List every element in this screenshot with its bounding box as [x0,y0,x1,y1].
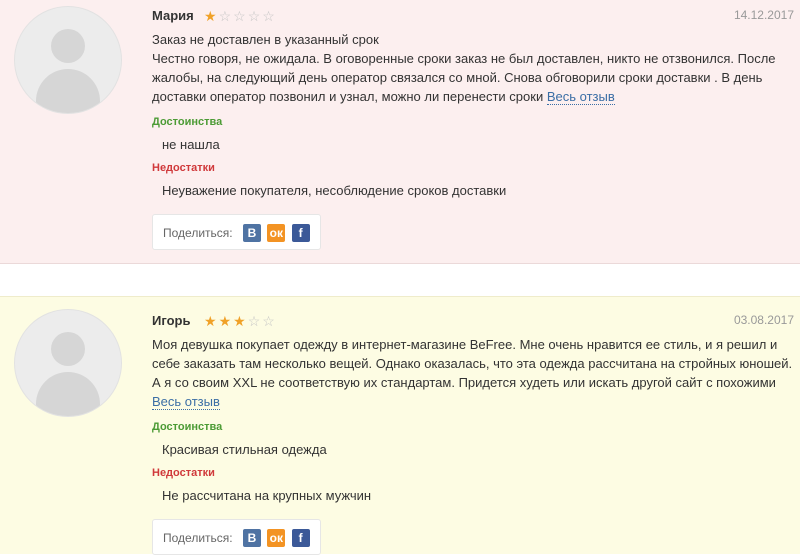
review-text: Моя девушка покупает одежду в интернет-м… [152,337,793,390]
star-filled-icon: ★ [204,313,219,329]
avatar-head [51,332,85,366]
review-body: Заказ не доставлен в указанный срок Чест… [152,30,794,106]
read-full-review-link[interactable]: Весь отзыв [546,89,615,105]
review-content: Мария ★☆☆☆☆ 14.12.2017 Заказ не доставле… [152,0,794,250]
facebook-icon[interactable]: f [291,528,310,547]
avatar-body [36,372,100,416]
cons-text: Не рассчитана на крупных мужчин [162,488,372,503]
star-empty-icon: ☆ [247,8,263,24]
review-card: Мария ★☆☆☆☆ 14.12.2017 Заказ не доставле… [0,0,800,264]
review-card: Игорь ★★★☆☆ 03.08.2017 Моя девушка покуп… [0,296,800,555]
pros-label: Достоинства [152,421,223,433]
rating-stars: ★☆☆☆☆ [204,8,277,25]
review-date: 03.08.2017 [733,313,794,327]
cons-label: Недостатки [152,467,215,479]
review-body: Моя девушка покупает одежду в интернет-м… [152,335,794,411]
share-box: Поделиться: В ок f [152,214,321,250]
star-filled-icon: ★ [204,8,219,24]
avatar-body [36,69,100,113]
review-header: Мария ★☆☆☆☆ 14.12.2017 [152,0,794,30]
odnoklassniki-icon[interactable]: ок [267,528,286,547]
avatar [14,6,122,114]
pros-text: не нашла [162,137,220,152]
star-filled-icon: ★ [218,313,234,329]
read-full-review-link[interactable]: Весь отзыв [152,394,220,410]
star-empty-icon: ☆ [218,8,234,24]
avatar-head [51,29,85,63]
vk-icon[interactable]: В [242,528,261,547]
odnoklassniki-icon[interactable]: ок [267,223,286,242]
rating-stars: ★★★☆☆ [204,313,277,330]
pros-label: Достоинства [152,116,223,128]
author-name[interactable]: Игорь [152,313,190,328]
cons-label: Недостатки [152,162,215,174]
pros-text: Красивая стильная одежда [162,442,327,457]
review-date: 14.12.2017 [733,8,794,22]
facebook-icon[interactable]: f [291,223,310,242]
review-title: Заказ не доставлен в указанный срок [152,32,379,47]
star-empty-icon: ☆ [262,8,277,24]
cons-text: Неуважение покупателя, несоблюдение срок… [162,183,507,198]
star-empty-icon: ☆ [262,313,277,329]
share-label: Поделиться: [163,225,233,240]
review-text: Честно говоря, не ожидала. В оговоренные… [152,51,776,104]
review-header: Игорь ★★★☆☆ 03.08.2017 [152,297,794,330]
avatar [14,309,122,417]
star-filled-icon: ★ [233,313,248,329]
share-label: Поделиться: [163,530,233,545]
star-empty-icon: ☆ [247,313,263,329]
review-content: Игорь ★★★☆☆ 03.08.2017 Моя девушка покуп… [152,297,794,555]
share-box: Поделиться: В ок f [152,519,321,555]
vk-icon[interactable]: В [242,223,261,242]
star-empty-icon: ☆ [233,8,248,24]
author-name[interactable]: Мария [152,8,194,23]
